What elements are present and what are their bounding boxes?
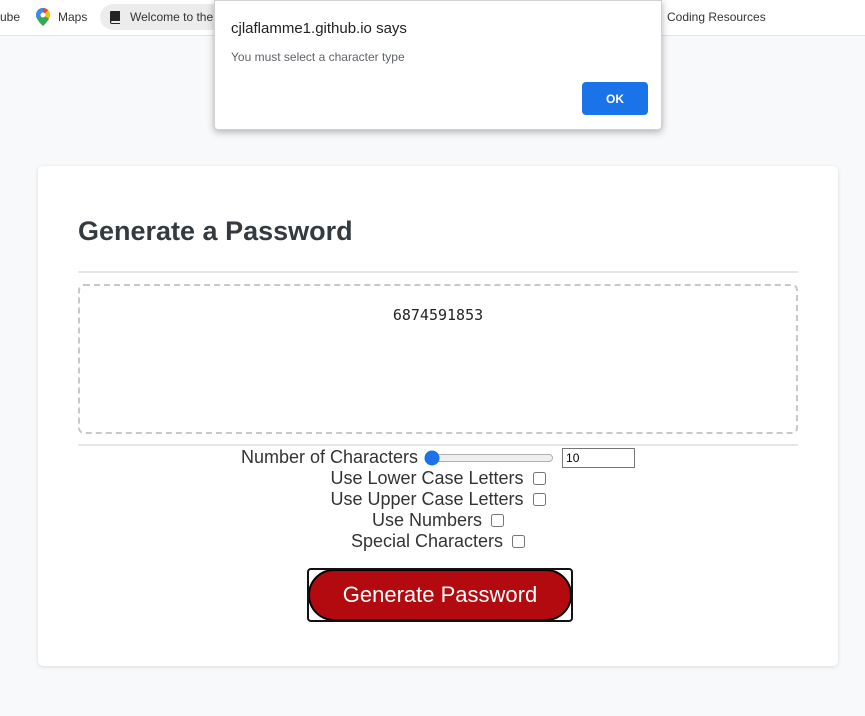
password-options: Number of Characters Use Lower Case Lett…: [78, 447, 798, 552]
special-checkbox[interactable]: [512, 535, 526, 548]
divider: [78, 271, 798, 273]
uppercase-label: Use Upper Case Letters: [330, 489, 524, 509]
password-card: Generate a Password 6874591853 Number of…: [38, 166, 838, 666]
alert-message: You must select a character type: [231, 50, 405, 64]
length-label: Number of Characters: [240, 447, 419, 467]
bookmark-coding-resources[interactable]: Coding Resources: [667, 0, 766, 34]
special-row: Special Characters: [78, 531, 798, 552]
numbers-row: Use Numbers: [78, 510, 798, 531]
alert-title: cjlaflamme1.github.io says: [231, 20, 407, 37]
bookmark-maps[interactable]: Maps: [36, 0, 87, 34]
generated-password: 6874591853: [392, 306, 484, 324]
numbers-label: Use Numbers: [371, 510, 483, 530]
bookmark-youtube[interactable]: ube: [0, 0, 20, 34]
password-output[interactable]: 6874591853: [78, 284, 798, 434]
map-pin-icon: [36, 8, 50, 26]
bookmark-youtube-label: ube: [0, 10, 21, 24]
book-icon: [110, 11, 120, 24]
bookmark-maps-label: Maps: [58, 10, 88, 24]
lowercase-checkbox[interactable]: [532, 472, 546, 485]
alert-dialog: cjlaflamme1.github.io says You must sele…: [214, 0, 662, 130]
generate-password-button[interactable]: Generate Password: [307, 568, 573, 622]
uppercase-checkbox[interactable]: [532, 493, 546, 506]
ok-button[interactable]: OK: [582, 82, 648, 115]
length-field[interactable]: [562, 447, 636, 468]
bookmark-coding-label: Coding Resources: [667, 10, 766, 24]
divider: [78, 444, 798, 446]
bookmark-welcome-label: Welcome to the: [130, 10, 214, 24]
lowercase-label: Use Lower Case Letters: [330, 468, 524, 488]
lowercase-row: Use Lower Case Letters: [78, 468, 798, 489]
length-row: Number of Characters: [78, 447, 798, 468]
special-label: Special Characters: [350, 531, 504, 551]
page-title: Generate a Password: [78, 216, 353, 246]
length-slider[interactable]: [424, 449, 555, 466]
numbers-checkbox[interactable]: [491, 514, 505, 527]
uppercase-row: Use Upper Case Letters: [78, 489, 798, 510]
